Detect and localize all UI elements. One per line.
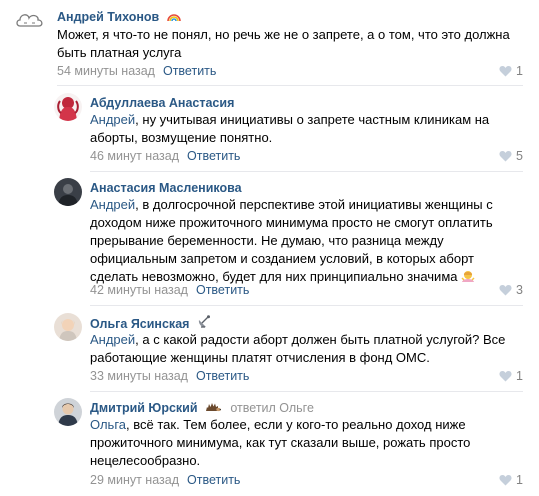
divider bbox=[90, 305, 523, 306]
mention-link[interactable]: Ольга bbox=[90, 417, 126, 432]
avatar[interactable] bbox=[54, 398, 82, 426]
like-count: 1 bbox=[516, 369, 523, 383]
replied-to[interactable]: ответил Ольге bbox=[230, 401, 314, 415]
heart-icon bbox=[499, 150, 512, 162]
mention-link[interactable]: Андрей bbox=[90, 197, 135, 212]
comment-time[interactable]: 54 минуты назад bbox=[57, 64, 155, 78]
divider bbox=[57, 85, 523, 86]
author-name[interactable]: Андрей Тихонов bbox=[57, 10, 159, 24]
heart-icon bbox=[499, 284, 512, 296]
heart-icon bbox=[499, 370, 512, 382]
divider bbox=[90, 391, 523, 392]
comment-text: Может, я что-то не понял, но речь же не … bbox=[57, 27, 510, 60]
like-count: 1 bbox=[516, 473, 523, 487]
like-button[interactable]: 5 bbox=[499, 148, 523, 164]
like-count: 1 bbox=[516, 64, 523, 78]
author-name[interactable]: Анастасия Масленикова bbox=[90, 180, 242, 196]
reply-button[interactable]: Ответить bbox=[187, 473, 240, 487]
heart-icon bbox=[499, 65, 512, 77]
author-name[interactable]: Ольга Ясинская bbox=[90, 317, 189, 331]
comment-text: , всё так. Тем более, если у кого-то реа… bbox=[90, 417, 471, 468]
satellite-antenna-icon bbox=[197, 315, 211, 331]
like-button[interactable]: 3 bbox=[499, 282, 523, 298]
comment-text: , в долгосрочной перспективе этой инициа… bbox=[90, 197, 493, 284]
avatar[interactable] bbox=[54, 178, 82, 206]
comment-time[interactable]: 46 минут назад bbox=[90, 149, 179, 163]
avatar[interactable] bbox=[14, 8, 46, 32]
divider bbox=[90, 171, 523, 172]
comment-time[interactable]: 42 минуты назад bbox=[90, 283, 188, 297]
rainbow-icon bbox=[166, 10, 181, 24]
reply-button[interactable]: Ответить bbox=[196, 283, 249, 297]
comment-text: , а с какой радости аборт должен быть пл… bbox=[90, 332, 506, 365]
mention-link[interactable]: Андрей bbox=[90, 112, 135, 127]
avatar[interactable] bbox=[54, 313, 82, 341]
hedgehog-icon bbox=[205, 401, 224, 415]
like-button[interactable]: 1 bbox=[499, 368, 523, 384]
avatar[interactable] bbox=[54, 93, 82, 121]
mention-link[interactable]: Андрей bbox=[90, 332, 135, 347]
like-count: 5 bbox=[516, 149, 523, 163]
reply-button[interactable]: Ответить bbox=[163, 64, 216, 78]
reply-button[interactable]: Ответить bbox=[196, 369, 249, 383]
comment-text: , ну учитывая инициативы о запрете частн… bbox=[90, 112, 490, 145]
like-count: 3 bbox=[516, 283, 523, 297]
like-button[interactable]: 1 bbox=[499, 472, 523, 488]
comment-time[interactable]: 29 минут назад bbox=[90, 473, 179, 487]
heart-icon bbox=[499, 474, 512, 486]
author-name[interactable]: Абдуллаева Анастасия bbox=[90, 95, 234, 111]
reply-button[interactable]: Ответить bbox=[187, 149, 240, 163]
comment-time[interactable]: 33 минуты назад bbox=[90, 369, 188, 383]
author-name[interactable]: Дмитрий Юрский bbox=[90, 401, 198, 415]
like-button[interactable]: 1 bbox=[499, 63, 523, 79]
woman-shrugging-emoji bbox=[461, 269, 475, 288]
